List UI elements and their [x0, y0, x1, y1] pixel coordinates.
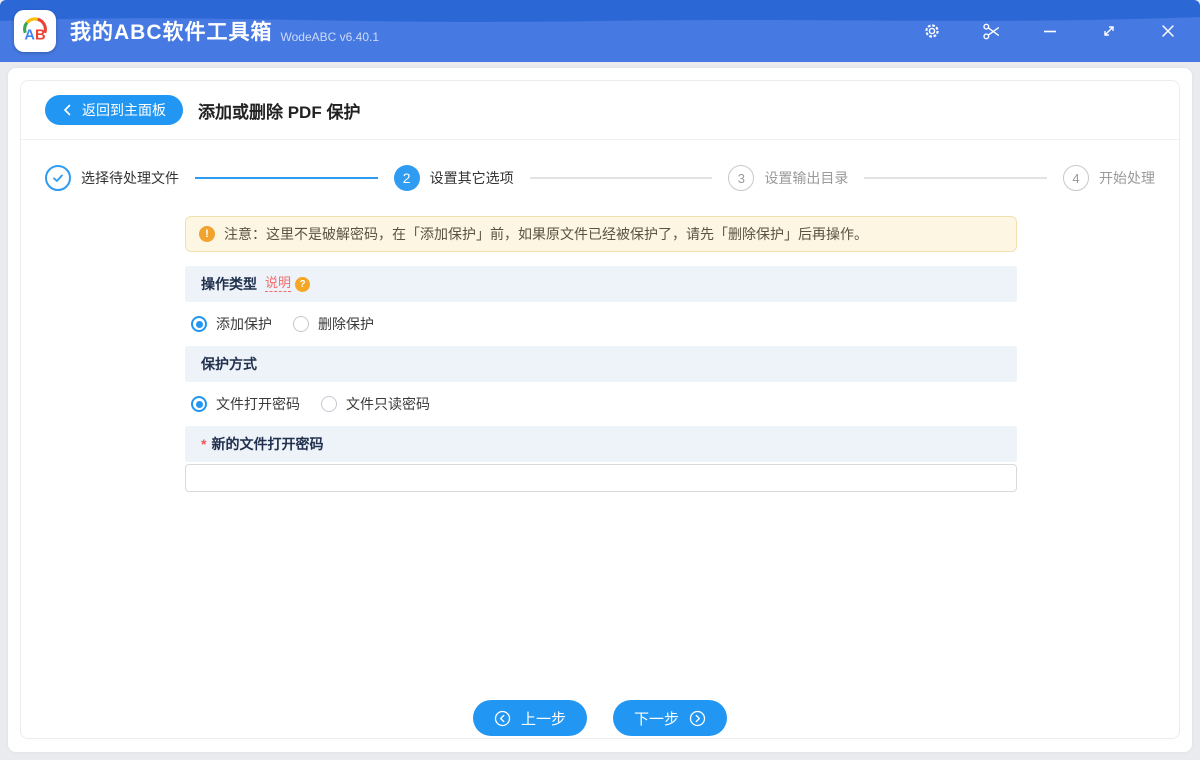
radio-unselected-icon [321, 396, 337, 412]
protection-mode-title: 保护方式 [201, 356, 257, 372]
step-4-process: 4 开始处理 [1063, 165, 1155, 191]
close-icon[interactable] [1158, 21, 1178, 41]
step-connector [529, 177, 713, 179]
radio-remove-protection[interactable]: 删除保护 [293, 314, 374, 334]
content-column: ! 注意：这里不是破解密码，在「添加保护」前，如果原文件已经被保护了，请先「删除… [185, 216, 1017, 492]
previous-step-label: 上一步 [520, 710, 566, 728]
radio-selected-icon [191, 396, 207, 412]
main-area: 返回到主面板 添加或删除 PDF 保护 选择待处理文件 2 设置其它选项 3 设… [0, 62, 1200, 760]
warning-circle-icon: ! [199, 226, 215, 242]
step-4-label: 开始处理 [1099, 170, 1156, 186]
card-header: 返回到主面板 添加或删除 PDF 保护 [21, 81, 1179, 140]
warning-text: 注意：这里不是破解密码，在「添加保护」前，如果原文件已经被保护了，请先「删除保护… [224, 226, 868, 242]
operation-type-help-link[interactable]: 说明 [265, 275, 292, 293]
step-3-number: 3 [728, 165, 755, 191]
radio-add-protection[interactable]: 添加保护 [191, 314, 272, 334]
operation-type-title: 操作类型 [201, 276, 257, 292]
step-2-number: 2 [393, 165, 420, 191]
titlebar-content: AB 我的ABC软件工具箱 WodeABC v6.40.1 [0, 0, 1200, 62]
radio-open-password-label: 文件打开密码 [216, 396, 300, 412]
operation-type-options: 添加保护 删除保护 [185, 302, 1017, 346]
step-2-label: 设置其它选项 [429, 170, 514, 186]
step-2-options: 2 设置其它选项 [393, 165, 514, 191]
radio-remove-protection-label: 删除保护 [318, 316, 374, 332]
step-1-label: 选择待处理文件 [81, 170, 179, 186]
operation-type-header: 操作类型 说明 ? [185, 266, 1017, 302]
maximize-icon[interactable] [1099, 21, 1119, 41]
footer-nav: 上一步 下一步 [21, 699, 1179, 737]
chevron-left-icon [64, 104, 71, 116]
radio-open-password[interactable]: 文件打开密码 [191, 394, 300, 414]
settings-gear-icon[interactable] [922, 21, 942, 41]
back-button-label: 返回到主面板 [82, 102, 166, 118]
inner-card: 返回到主面板 添加或删除 PDF 保护 选择待处理文件 2 设置其它选项 3 设… [20, 80, 1180, 739]
svg-text:AB: AB [24, 28, 45, 44]
step-3-label: 设置输出目录 [764, 170, 849, 186]
step-indicator: 选择待处理文件 2 设置其它选项 3 设置输出目录 4 开始处理 [21, 140, 1179, 216]
question-mark-icon[interactable]: ? [295, 276, 311, 292]
required-asterisk: * [201, 436, 207, 452]
radio-readonly-password[interactable]: 文件只读密码 [321, 394, 430, 414]
step-connector-done [195, 177, 378, 179]
page-title: 添加或删除 PDF 保护 [198, 102, 361, 122]
titlebar: AB 我的ABC软件工具箱 WodeABC v6.40.1 [0, 0, 1200, 62]
radio-add-protection-label: 添加保护 [216, 316, 272, 332]
previous-step-button[interactable]: 上一步 [472, 700, 587, 736]
outer-card: 返回到主面板 添加或删除 PDF 保护 选择待处理文件 2 设置其它选项 3 设… [8, 68, 1192, 752]
radio-unselected-icon [293, 316, 309, 332]
app-logo: AB [14, 10, 56, 52]
circle-chevron-left-icon [494, 710, 511, 726]
new-password-input[interactable] [185, 464, 1017, 492]
step-3-output-dir: 3 设置输出目录 [728, 165, 848, 191]
next-step-label: 下一步 [634, 710, 680, 728]
radio-readonly-password-label: 文件只读密码 [346, 396, 430, 412]
app-version: WodeABC v6.40.1 [280, 30, 380, 44]
app-window: AB 我的ABC软件工具箱 WodeABC v6.40.1 返回到主面板 添加或… [0, 0, 1200, 760]
radio-selected-icon [191, 316, 207, 332]
step-4-number: 4 [1063, 165, 1090, 191]
app-title: 我的ABC软件工具箱 [70, 21, 273, 44]
step-connector [864, 177, 1048, 179]
back-to-dashboard-button[interactable]: 返回到主面板 [45, 95, 183, 125]
step-1-select-files: 选择待处理文件 [45, 165, 179, 191]
new-password-header: * 新的文件打开密码 [185, 426, 1017, 462]
scissors-icon[interactable] [981, 21, 1001, 41]
protection-mode-header: 保护方式 [185, 346, 1017, 382]
minimize-icon[interactable] [1040, 21, 1060, 41]
protection-mode-options: 文件打开密码 文件只读密码 [185, 382, 1017, 426]
titlebar-controls [922, 21, 1178, 41]
circle-chevron-right-icon [689, 710, 706, 726]
warning-notice: ! 注意：这里不是破解密码，在「添加保护」前，如果原文件已经被保护了，请先「删除… [185, 216, 1017, 252]
new-password-title: 新的文件打开密码 [211, 436, 324, 452]
step-1-check-icon [45, 165, 71, 191]
next-step-button[interactable]: 下一步 [613, 700, 728, 736]
